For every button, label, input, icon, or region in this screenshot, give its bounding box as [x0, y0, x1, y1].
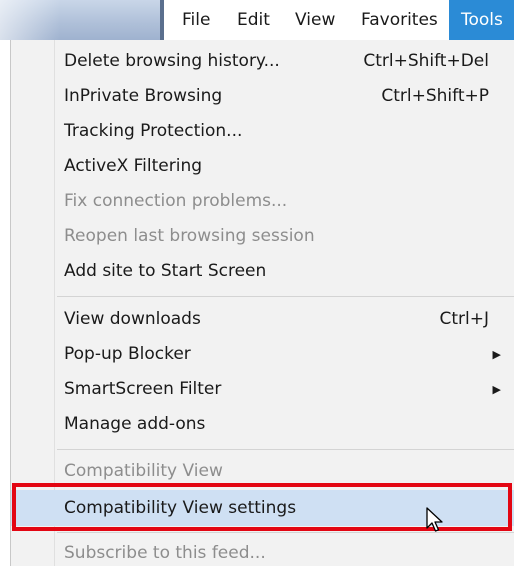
- mouse-pointer-icon: [426, 507, 443, 532]
- menu-item-smartscreen-filter[interactable]: SmartScreen Filter ▶: [11, 372, 514, 407]
- menu-item-label: Manage add-ons: [64, 414, 206, 434]
- menu-separator: [57, 449, 514, 450]
- menu-separator: [57, 532, 514, 533]
- menu-bar: File Edit View Favorites Tools: [0, 0, 514, 40]
- menu-tools[interactable]: Tools: [449, 0, 514, 40]
- menu-item-label: Fix connection problems...: [64, 191, 288, 211]
- menu-separator: [57, 296, 514, 297]
- menu-edit[interactable]: Edit: [229, 0, 278, 40]
- menu-item-inprivate-browsing[interactable]: InPrivate Browsing Ctrl+Shift+P: [11, 79, 514, 114]
- menu-item-label: Delete browsing history...: [64, 51, 280, 71]
- titlebar-edge: [160, 0, 164, 40]
- menu-item-label: Pop-up Blocker: [64, 344, 191, 364]
- menu-item-label: Tracking Protection...: [64, 121, 243, 141]
- menu-item-tracking-protection[interactable]: Tracking Protection...: [11, 114, 514, 149]
- menu-item-label: InPrivate Browsing: [64, 86, 223, 106]
- menu-item-shortcut: Ctrl+Shift+Del: [363, 51, 489, 71]
- menu-item-manage-addons[interactable]: Manage add-ons: [11, 407, 514, 442]
- menu-item-popup-blocker[interactable]: Pop-up Blocker ▶: [11, 337, 514, 372]
- menu-item-subscribe-to-feed: Subscribe to this feed...: [11, 536, 514, 566]
- menu-file[interactable]: File: [174, 0, 218, 40]
- menu-favorites[interactable]: Favorites: [353, 0, 446, 40]
- menu-item-label: Subscribe to this feed...: [64, 543, 266, 563]
- triangle-right-icon: ▶: [492, 383, 501, 396]
- menu-item-view-downloads[interactable]: View downloads Ctrl+J: [11, 302, 514, 337]
- window-titlebar-fragment: [0, 0, 162, 40]
- menu-item-label: Reopen last browsing session: [64, 226, 315, 246]
- menu-item-delete-browsing-history[interactable]: Delete browsing history... Ctrl+Shift+De…: [11, 44, 514, 79]
- menu-item-reopen-last-session: Reopen last browsing session: [11, 219, 514, 254]
- menu-view[interactable]: View: [287, 0, 343, 40]
- menu-item-label: Add site to Start Screen: [64, 261, 267, 281]
- menu-item-activex-filtering[interactable]: ActiveX Filtering: [11, 149, 514, 184]
- menu-item-label: View downloads: [64, 309, 201, 329]
- ie-tools-menu-screenshot: File Edit View Favorites Tools Delete br…: [0, 0, 514, 566]
- menu-item-add-site-to-start-screen[interactable]: Add site to Start Screen: [11, 254, 514, 289]
- menu-item-label: SmartScreen Filter: [64, 379, 222, 399]
- menu-item-fix-connection-problems: Fix connection problems...: [11, 184, 514, 219]
- menu-item-label: ActiveX Filtering: [64, 156, 203, 176]
- menu-item-shortcut: Ctrl+J: [439, 309, 489, 329]
- triangle-right-icon: ▶: [492, 348, 501, 361]
- menu-item-shortcut: Ctrl+Shift+P: [381, 86, 489, 106]
